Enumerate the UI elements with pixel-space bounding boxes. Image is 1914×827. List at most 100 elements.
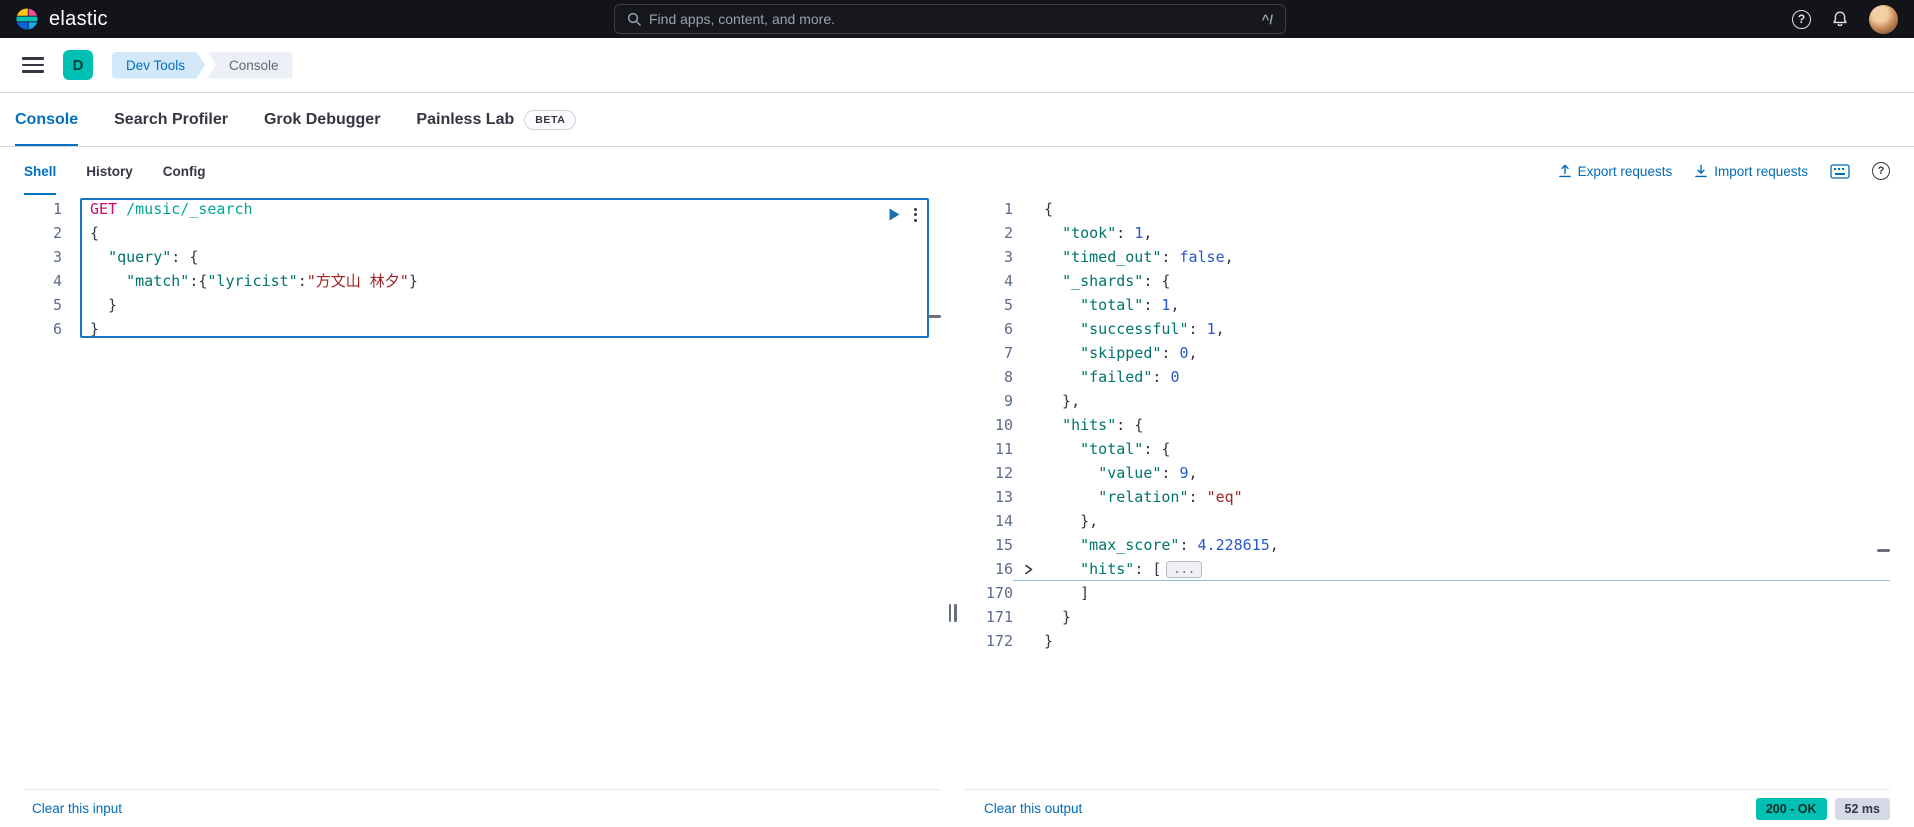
code-text: {	[1044, 200, 1054, 218]
code-text: {	[90, 224, 100, 242]
breadcrumb-dev-tools[interactable]: Dev Tools	[112, 52, 205, 79]
response-line[interactable]: 1{	[964, 197, 1890, 221]
scrollbar-thumb[interactable]	[1877, 549, 1890, 552]
line-number: 170	[985, 584, 1013, 602]
line-number: 172	[985, 632, 1013, 650]
fold-gutter	[1013, 581, 1044, 605]
code-text: "total": {	[1080, 440, 1171, 458]
import-requests-button[interactable]: Import requests	[1694, 164, 1808, 179]
console-help-button[interactable]: ?	[1872, 162, 1890, 180]
request-line[interactable]: 5 }	[24, 293, 941, 317]
code-text: "match":{"lyricist":"方文山 林夕"}	[126, 272, 418, 290]
response-line[interactable]: 171 }	[964, 605, 1890, 629]
line-number: 171	[985, 608, 1013, 626]
subtab-history[interactable]: History	[86, 147, 133, 195]
console-workspace: 1 GET /music/_search 2{3 "query": {4 "matc…	[0, 195, 1914, 790]
subtab-config[interactable]: Config	[163, 147, 206, 195]
scrollbar-thumb[interactable]	[928, 315, 941, 318]
line-number: 10	[994, 416, 1013, 434]
time-badge: 52 ms	[1834, 798, 1890, 820]
collapsed-content-pill[interactable]: ...	[1166, 561, 1203, 578]
response-line[interactable]: 9 },	[964, 389, 1890, 413]
console-subtabs: Shell History Config	[24, 147, 206, 195]
request-line[interactable]: 4 "match":{"lyricist":"方文山 林夕"}	[24, 269, 941, 293]
import-icon	[1695, 164, 1708, 178]
user-avatar[interactable]	[1869, 4, 1898, 34]
code-text: }	[90, 320, 100, 338]
code-text: },	[1044, 392, 1081, 410]
tab-painless-lab[interactable]: Painless Lab BETA	[416, 93, 577, 146]
request-line[interactable]: 6}	[24, 317, 941, 341]
response-line[interactable]: 4 "_shards": {	[964, 269, 1890, 293]
elastic-brand[interactable]: elastic	[0, 6, 108, 32]
response-line[interactable]: 12 "value": 9,	[964, 461, 1890, 485]
clear-input-link[interactable]: Clear this input	[32, 801, 122, 816]
response-line[interactable]: 10 "hits": {	[964, 413, 1890, 437]
line-number: 16	[994, 560, 1013, 578]
tab-search-profiler[interactable]: Search Profiler	[114, 93, 228, 146]
panel-resizer[interactable]	[941, 195, 964, 790]
breadcrumb: Dev Tools Console	[112, 51, 293, 79]
request-editor[interactable]: 1 GET /music/_search 2{3 "query": {4 "matc…	[24, 195, 941, 341]
fold-gutter	[1013, 245, 1044, 269]
breadcrumb-console[interactable]: Console	[207, 51, 293, 79]
code-text: "hits": {	[1062, 416, 1144, 434]
code-text: "took": 1,	[1062, 224, 1153, 242]
request-options-button[interactable]	[914, 207, 917, 222]
response-line[interactable]: 170 ]	[964, 581, 1890, 605]
request-line[interactable]: 2{	[24, 221, 941, 245]
fold-gutter	[1013, 269, 1044, 293]
response-panel[interactable]: 1{2 "took": 1, 3 "timed_out": false, 4 "_s…	[964, 195, 1890, 790]
fold-gutter	[1013, 413, 1044, 437]
request-editor-panel[interactable]: 1 GET /music/_search 2{3 "query": {4 "matc…	[24, 195, 941, 790]
response-line[interactable]: 7 "skipped": 0,	[964, 341, 1890, 365]
response-line[interactable]: 2 "took": 1,	[964, 221, 1890, 245]
response-line[interactable]: 3 "timed_out": false,	[964, 245, 1890, 269]
tab-console[interactable]: Console	[15, 93, 78, 146]
fold-gutter	[1013, 533, 1044, 557]
keyboard-shortcuts-button[interactable]	[1830, 163, 1850, 179]
line-number: 6	[52, 320, 62, 338]
response-line[interactable]: 14 },	[964, 509, 1890, 533]
global-search[interactable]: ^/	[614, 4, 1286, 34]
fold-gutter	[1013, 221, 1044, 245]
space-badge[interactable]: D	[63, 50, 93, 80]
response-line[interactable]: 6 "successful": 1,	[964, 317, 1890, 341]
tab-grok-debugger[interactable]: Grok Debugger	[264, 93, 380, 146]
response-line[interactable]: 15 "max_score": 4.228615,	[964, 533, 1890, 557]
line-number: 13	[994, 488, 1013, 506]
status-badge: 200 - OK	[1755, 798, 1827, 820]
line-number: 2	[52, 224, 62, 242]
search-input[interactable]	[649, 11, 1254, 27]
request-line[interactable]: 3 "query": {	[24, 245, 941, 269]
notifications-button[interactable]	[1831, 10, 1849, 28]
secondary-header: D Dev Tools Console	[0, 38, 1914, 93]
code-text: "_shards": {	[1062, 272, 1171, 290]
response-line[interactable]: 5 "total": 1,	[964, 293, 1890, 317]
line-number: 1	[1003, 200, 1013, 218]
send-request-button[interactable]	[888, 207, 901, 222]
fold-toggle-icon[interactable]	[1013, 557, 1044, 581]
search-shortcut-hint: ^/	[1261, 11, 1273, 27]
request-line[interactable]: 1 GET /music/_search	[24, 197, 941, 221]
elastic-logo	[16, 8, 38, 30]
line-number: 2	[1003, 224, 1013, 242]
response-line[interactable]: 8 "failed": 0	[964, 365, 1890, 389]
fold-gutter	[1013, 461, 1044, 485]
help-menu-button[interactable]: ?	[1792, 9, 1811, 29]
menu-button[interactable]	[22, 53, 44, 77]
export-requests-button[interactable]: Export requests	[1558, 164, 1672, 179]
response-line[interactable]: 11 "total": {	[964, 437, 1890, 461]
response-line[interactable]: 16 "hits": [...	[964, 557, 1890, 581]
clear-output-link[interactable]: Clear this output	[984, 801, 1082, 816]
line-number: 8	[1003, 368, 1013, 386]
response-line[interactable]: 172}	[964, 629, 1890, 653]
console-toolbar-actions: Export requests Import requests ?	[1558, 162, 1890, 180]
code-text: "hits": [...	[1044, 557, 1203, 581]
response-line[interactable]: 13 "relation": "eq"	[964, 485, 1890, 509]
brand-name: elastic	[49, 7, 108, 30]
code-text: }	[90, 296, 118, 314]
subtab-shell[interactable]: Shell	[24, 147, 56, 195]
line-number: 5	[52, 296, 62, 314]
response-viewer[interactable]: 1{2 "took": 1, 3 "timed_out": false, 4 "_s…	[964, 195, 1890, 653]
